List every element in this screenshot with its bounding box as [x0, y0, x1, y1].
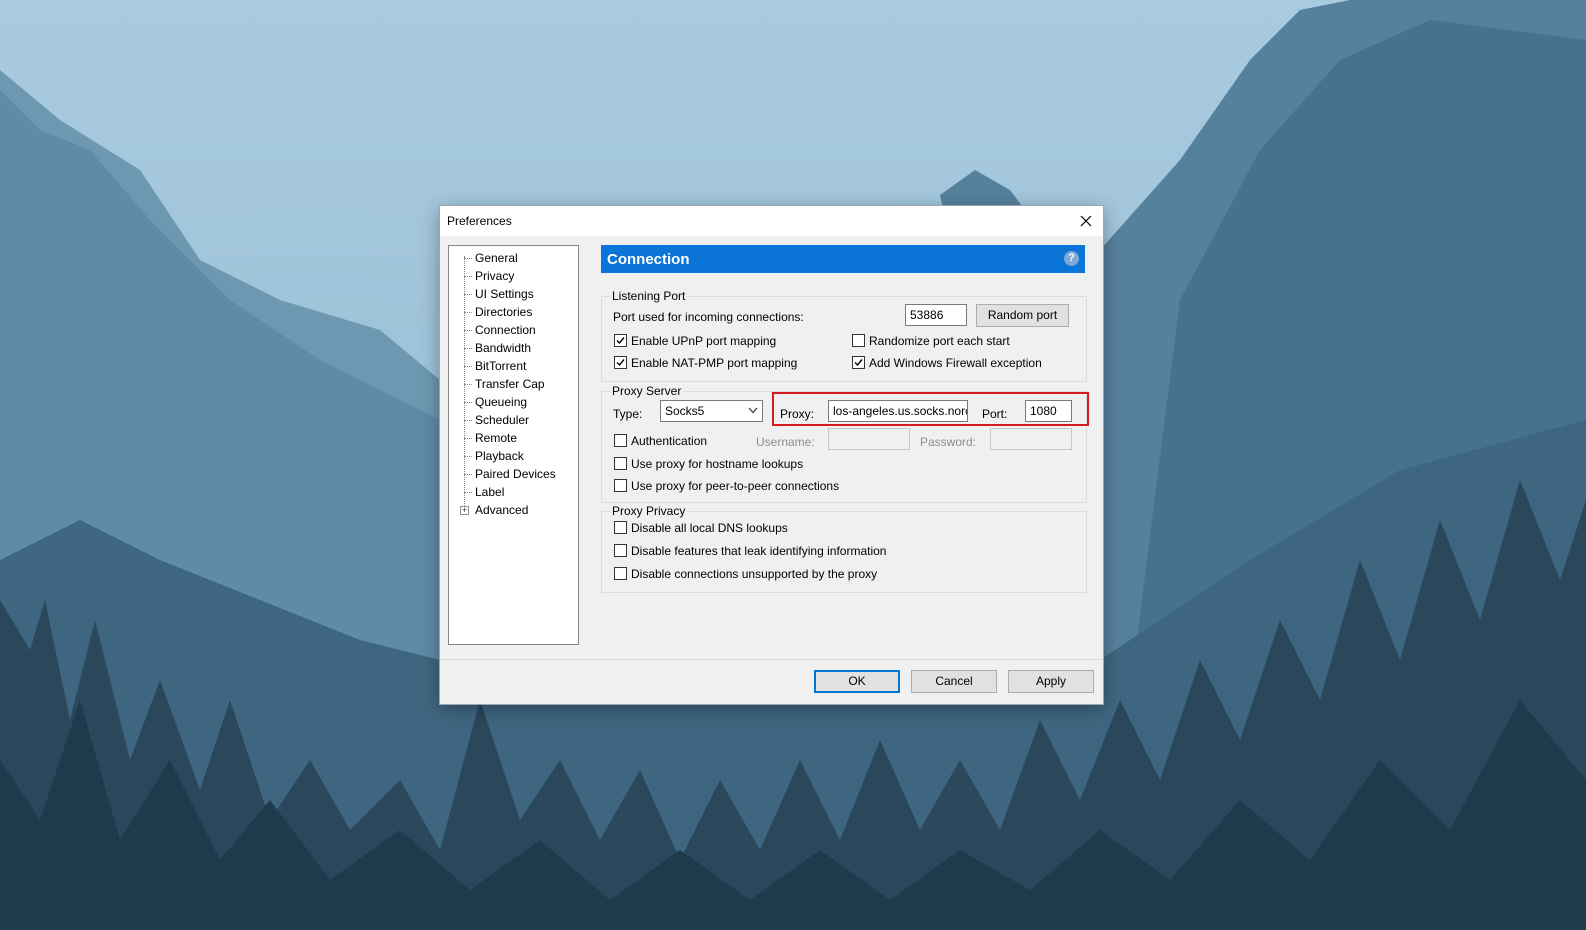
- tree-item-label: Label: [475, 485, 505, 499]
- password-label: Password:: [920, 435, 977, 449]
- proxy-privacy-group-label: Proxy Privacy: [610, 504, 688, 518]
- random-port-button[interactable]: Random port: [976, 304, 1069, 327]
- authentication-label: Authentication: [631, 434, 708, 448]
- title-bar: Preferences: [440, 206, 1103, 236]
- randomize-port-label: Randomize port each start: [869, 334, 1010, 348]
- natpmp-checkbox[interactable]: [614, 356, 627, 369]
- dialog-title: Preferences: [447, 214, 512, 228]
- unsupported-connections-label: Disable connections unsupported by the p…: [631, 567, 878, 581]
- tree-item-label: Scheduler: [475, 413, 530, 427]
- upnp-label: Enable UPnP port mapping: [631, 334, 777, 348]
- listening-port-group-label: Listening Port: [610, 289, 688, 303]
- checkmark-icon: [616, 337, 625, 345]
- tree-item-bittorrent[interactable]: BitTorrent: [449, 357, 578, 375]
- category-tree[interactable]: General Privacy UI Settings Directories …: [448, 245, 579, 645]
- proxy-type-label: Type:: [613, 407, 643, 421]
- hostname-lookups-checkbox[interactable]: [614, 457, 627, 470]
- dns-lookups-checkbox[interactable]: [614, 521, 627, 534]
- tree-item-label: Paired Devices: [475, 467, 556, 481]
- firewall-checkbox[interactable]: [852, 356, 865, 369]
- tree-item-label: Remote: [475, 431, 518, 445]
- incoming-port-input[interactable]: 53886: [905, 304, 967, 326]
- proxy-port-label: Port:: [982, 407, 1008, 421]
- tree-item-transfer-cap[interactable]: Transfer Cap: [449, 375, 578, 393]
- tree-item-advanced[interactable]: + Advanced: [449, 501, 578, 519]
- dns-lookups-label: Disable all local DNS lookups: [631, 521, 788, 535]
- tree-item-scheduler[interactable]: Scheduler: [449, 411, 578, 429]
- tree-item-label: Directories: [475, 305, 533, 319]
- tree-item-label: Advanced: [475, 503, 529, 517]
- proxy-port-input[interactable]: 1080: [1025, 400, 1072, 422]
- incoming-port-label: Port used for incoming connections:: [613, 310, 804, 324]
- checkmark-icon: [616, 359, 625, 367]
- cancel-button[interactable]: Cancel: [911, 670, 997, 693]
- p2p-proxy-checkbox[interactable]: [614, 479, 627, 492]
- authentication-checkbox[interactable]: [614, 434, 627, 447]
- tree-item-label: Playback: [475, 449, 524, 463]
- panel-title: Connection: [607, 251, 690, 268]
- tree-item-label-category[interactable]: Label: [449, 483, 578, 501]
- ok-button[interactable]: OK: [814, 670, 900, 693]
- tree-item-label: Bandwidth: [475, 341, 532, 355]
- username-input[interactable]: [828, 428, 910, 450]
- p2p-proxy-label: Use proxy for peer-to-peer connections: [631, 479, 840, 493]
- tree-item-remote[interactable]: Remote: [449, 429, 578, 447]
- username-label: Username:: [756, 435, 815, 449]
- tree-item-label: UI Settings: [475, 287, 534, 301]
- hostname-lookups-label: Use proxy for hostname lookups: [631, 457, 804, 471]
- firewall-label: Add Windows Firewall exception: [869, 356, 1042, 370]
- natpmp-label: Enable NAT-PMP port mapping: [631, 356, 798, 370]
- tree-item-playback[interactable]: Playback: [449, 447, 578, 465]
- checkmark-icon: [854, 359, 863, 367]
- tree-item-label: General: [475, 251, 518, 265]
- tree-item-bandwidth[interactable]: Bandwidth: [449, 339, 578, 357]
- chevron-down-icon: [748, 407, 758, 414]
- tree-item-label: Queueing: [475, 395, 528, 409]
- proxy-type-select[interactable]: Socks5: [660, 400, 763, 422]
- tree-item-label: Privacy: [475, 269, 515, 283]
- panel-header: Connection ?: [601, 245, 1085, 273]
- close-icon: [1080, 215, 1092, 227]
- tree-item-paired-devices[interactable]: Paired Devices: [449, 465, 578, 483]
- proxy-host-label: Proxy:: [780, 407, 815, 421]
- unsupported-connections-checkbox[interactable]: [614, 567, 627, 580]
- leak-info-label: Disable features that leak identifying i…: [631, 544, 887, 558]
- plus-icon[interactable]: +: [460, 506, 469, 515]
- help-icon[interactable]: ?: [1064, 251, 1079, 266]
- close-button[interactable]: [1069, 206, 1103, 236]
- button-separator: [440, 659, 1103, 660]
- randomize-port-checkbox[interactable]: [852, 334, 865, 347]
- proxy-server-group-label: Proxy Server: [610, 384, 684, 398]
- tree-item-label: Transfer Cap: [475, 377, 545, 391]
- leak-info-checkbox[interactable]: [614, 544, 627, 557]
- tree-item-connection[interactable]: Connection: [449, 321, 578, 339]
- apply-button[interactable]: Apply: [1008, 670, 1094, 693]
- upnp-checkbox[interactable]: [614, 334, 627, 347]
- proxy-type-value: Socks5: [665, 404, 705, 418]
- tree-item-directories[interactable]: Directories: [449, 303, 578, 321]
- tree-item-label: Connection: [475, 323, 536, 337]
- tree-item-queueing[interactable]: Queueing: [449, 393, 578, 411]
- tree-item-general[interactable]: General: [449, 249, 578, 267]
- preferences-dialog: Preferences General Privacy UI Settings …: [440, 206, 1103, 704]
- password-input[interactable]: [990, 428, 1072, 450]
- proxy-host-input[interactable]: los-angeles.us.socks.norc: [828, 400, 968, 422]
- tree-item-ui-settings[interactable]: UI Settings: [449, 285, 578, 303]
- tree-item-label: BitTorrent: [475, 359, 527, 373]
- tree-item-privacy[interactable]: Privacy: [449, 267, 578, 285]
